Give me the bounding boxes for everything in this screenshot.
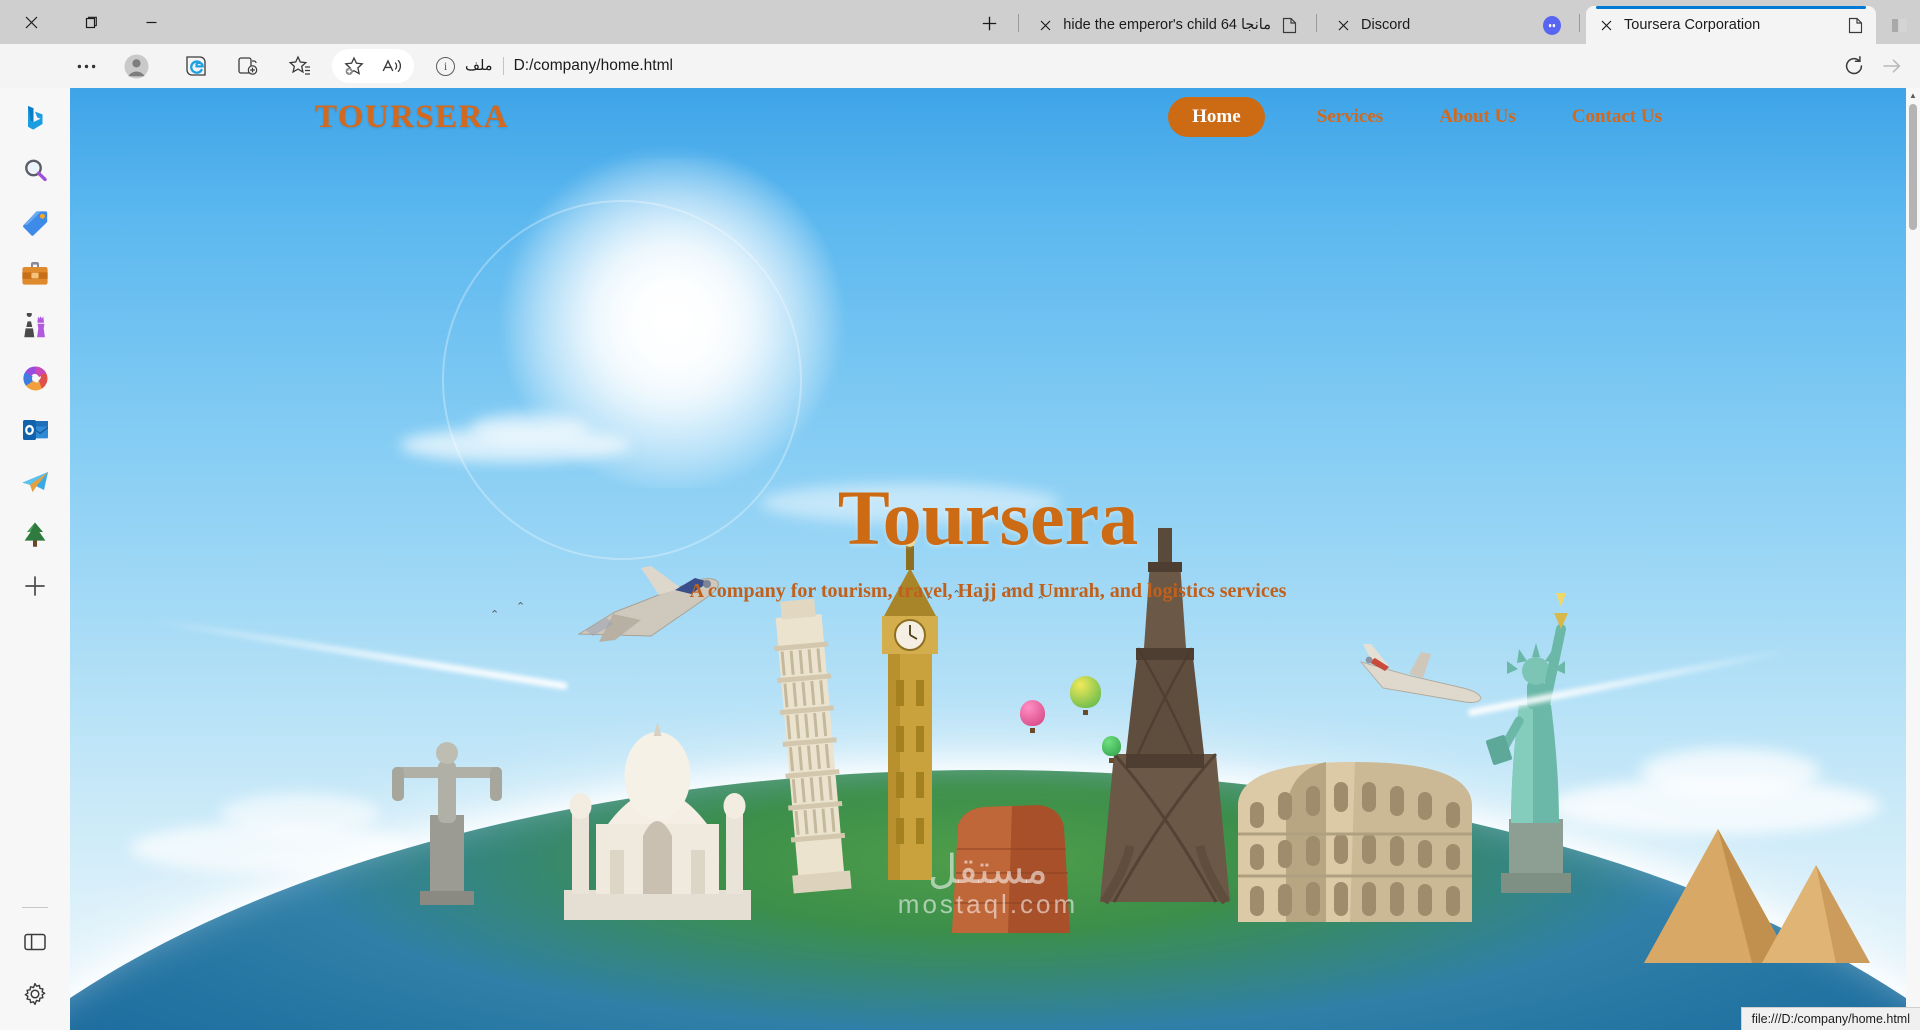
contrail [152,617,568,690]
hot-air-balloon [1070,676,1101,716]
cloud [470,413,590,443]
colosseum-landmark [1230,744,1480,934]
tab-title: Discord [1361,17,1411,33]
add-tool-icon[interactable] [13,564,57,608]
pyramids-landmark [1640,815,1875,970]
more-options-icon[interactable] [68,49,104,83]
bing-copilot-icon[interactable] [13,96,57,140]
document-icon [1280,16,1298,34]
window-close-button[interactable] [14,7,48,37]
tab-close-icon[interactable] [1598,17,1615,34]
taj-mahal-landmark [550,714,765,934]
tab-toursera[interactable]: Toursera Corporation [1586,6,1876,44]
christ-redeemer-landmark [380,705,515,910]
browser-toolbar: D:/company/home.html ملف i [0,44,1920,88]
status-bar: file:///D:/company/home.html [1740,1007,1920,1030]
window-controls [0,0,168,44]
airplane-left [555,560,740,660]
favorites-icon[interactable] [282,49,318,83]
scroll-up-arrow[interactable]: ▲ [1906,88,1920,102]
office-icon[interactable] [13,356,57,400]
document-icon [1846,16,1864,34]
tab-manga[interactable]: مانجا 64 hide the emperor's child [1025,6,1310,44]
site-navigation: TOURSERA Home Services About Us Contact … [70,88,1906,146]
site-logo[interactable]: TOURSERA [315,99,509,136]
sidebar-toggle-icon[interactable] [13,920,57,964]
vertical-scrollbar[interactable]: ▲ ▼ [1906,88,1920,1030]
tab-discord[interactable]: Discord [1323,6,1573,44]
tab-title: مانجا 64 hide the emperor's child [1063,17,1271,33]
nav-item-contact-us[interactable]: Contact Us [1568,98,1666,136]
tab-close-icon[interactable] [1335,17,1352,34]
chess-icon[interactable] [13,304,57,348]
window-maximize-button[interactable] [74,7,108,37]
window-minimize-button[interactable] [134,7,168,37]
discord-icon [1543,15,1561,35]
statue-of-liberty-landmark [1475,585,1595,900]
title-bar: مانجا 64 hide the emperor's child Discor… [0,0,1920,44]
tab-separator [1579,14,1580,32]
tab-strip: مانجا 64 hide the emperor's child Discor… [168,0,1920,44]
tab-title: Toursera Corporation [1624,17,1761,33]
read-aloud-icon[interactable] [374,49,410,83]
nav-item-about-us[interactable]: About Us [1435,98,1520,136]
profile-avatar[interactable] [118,49,154,83]
hero-title: Toursera [837,474,1139,561]
hero-background: TOURSERA Home Services About Us Contact … [70,88,1906,1030]
site-info-icon[interactable]: i [436,56,455,76]
refresh-icon[interactable] [1836,49,1872,83]
tree-icon[interactable] [13,512,57,556]
search-icon[interactable] [13,148,57,192]
nav-links: Home Services About Us Contact Us [1168,97,1866,137]
file-scheme-label: ملف [465,58,493,74]
leaning-tower-pisa-landmark [770,595,875,900]
hot-air-balloon [1020,700,1045,734]
hero-subtitle: A company for tourism, travel, Hajj and … [689,580,1287,602]
airplane-right [1355,636,1485,716]
scrollbar-thumb[interactable] [1909,104,1917,230]
forward-icon[interactable] [1874,49,1910,83]
edge-sidebar [0,88,70,1030]
tab-separator [1018,14,1020,32]
tab-active-indicator [1596,6,1866,9]
tab-actions-menu[interactable] [1878,6,1920,44]
outlook-icon[interactable] [13,408,57,452]
paper-plane-icon[interactable] [13,460,57,504]
address-bar[interactable]: D:/company/home.html ملف i [426,49,1824,83]
shopping-tag-icon[interactable] [13,200,57,244]
tab-close-icon[interactable] [1037,17,1054,34]
address-bar-url: D:/company/home.html [513,57,673,74]
gear-icon[interactable] [13,972,57,1016]
page-viewport: TOURSERA Home Services About Us Contact … [70,88,1906,1030]
cloud [220,793,380,835]
ie-mode-icon[interactable] [178,49,214,83]
toolbox-icon[interactable] [13,252,57,296]
cloud [1640,748,1820,796]
collections-icon[interactable] [230,49,266,83]
hot-air-balloon [1102,736,1121,763]
nav-item-services[interactable]: Services [1313,98,1387,136]
add-favorite-icon[interactable] [336,49,372,83]
status-bar-url: file:///D:/company/home.html [1751,1012,1910,1026]
tab-separator [1316,14,1317,32]
new-tab-button[interactable] [972,6,1006,40]
sidebar-divider [22,907,48,908]
address-bar-separator [502,57,504,75]
bird: ⌃ [490,609,500,621]
monument-valley-mesa [942,753,1082,938]
page-actions-group [332,49,414,83]
nav-item-home[interactable]: Home [1168,97,1265,137]
